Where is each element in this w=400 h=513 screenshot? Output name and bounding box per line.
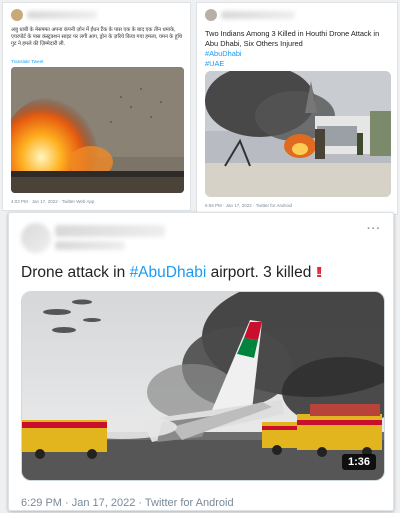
hashtag-uae[interactable]: #UAE bbox=[205, 59, 224, 68]
blurred-handle bbox=[55, 241, 125, 250]
tweet-card-hindi: अबु धाबी के मेसफ्फा अपना कंपनी ज़ोन में … bbox=[2, 2, 191, 211]
tweet-text-start: Drone attack in bbox=[21, 264, 130, 281]
tweet-text: अबु धाबी के मेसफ्फा अपना कंपनी ज़ोन में … bbox=[11, 27, 183, 47]
blurred-username bbox=[55, 225, 165, 237]
more-options-icon[interactable]: ··· bbox=[367, 223, 381, 235]
tweet-photo[interactable] bbox=[205, 71, 391, 197]
video-player[interactable]: 1:36 bbox=[21, 291, 385, 481]
tweet-card-news: Two Indians Among 3 Killed in Houthi Dro… bbox=[196, 2, 398, 215]
hashtag-abudhabi[interactable]: #AbuDhabi bbox=[130, 264, 207, 281]
explosion-photo-icon bbox=[11, 67, 184, 193]
double-exclamation-icon: !! bbox=[315, 264, 323, 281]
tweet-text-end: airport. 3 killed bbox=[206, 264, 312, 281]
avatar[interactable] bbox=[11, 9, 23, 21]
tweet-meta: 4:03 PM · Jan 17, 2022 · Twitter Web App bbox=[11, 199, 95, 204]
avatar[interactable] bbox=[205, 9, 217, 21]
tweet-text: Drone attack in #AbuDhabi airport. 3 kil… bbox=[21, 264, 323, 282]
burning-truck-photo-icon bbox=[205, 71, 391, 197]
burning-airplane-video-icon bbox=[22, 292, 384, 480]
tweet-meta: 6:29 PM · Jan 17, 2022 · Twitter for And… bbox=[21, 497, 234, 509]
tweet-text: Two Indians Among 3 Killed in Houthi Dro… bbox=[205, 29, 380, 48]
tweet-card-main: ··· Drone attack in #AbuDhabi airport. 3… bbox=[8, 212, 394, 511]
blurred-username bbox=[27, 11, 97, 19]
tweet-meta: 6:59 PM · Jan 17, 2022 · Twitter for And… bbox=[205, 203, 292, 208]
hashtag-abudhabi[interactable]: #AbuDhabi bbox=[205, 49, 242, 58]
tweet-photo[interactable] bbox=[11, 67, 184, 193]
blurred-username bbox=[221, 11, 295, 19]
video-duration: 1:36 bbox=[342, 454, 376, 470]
translate-link[interactable]: Translate Tweet bbox=[11, 59, 43, 64]
avatar[interactable] bbox=[21, 223, 51, 253]
